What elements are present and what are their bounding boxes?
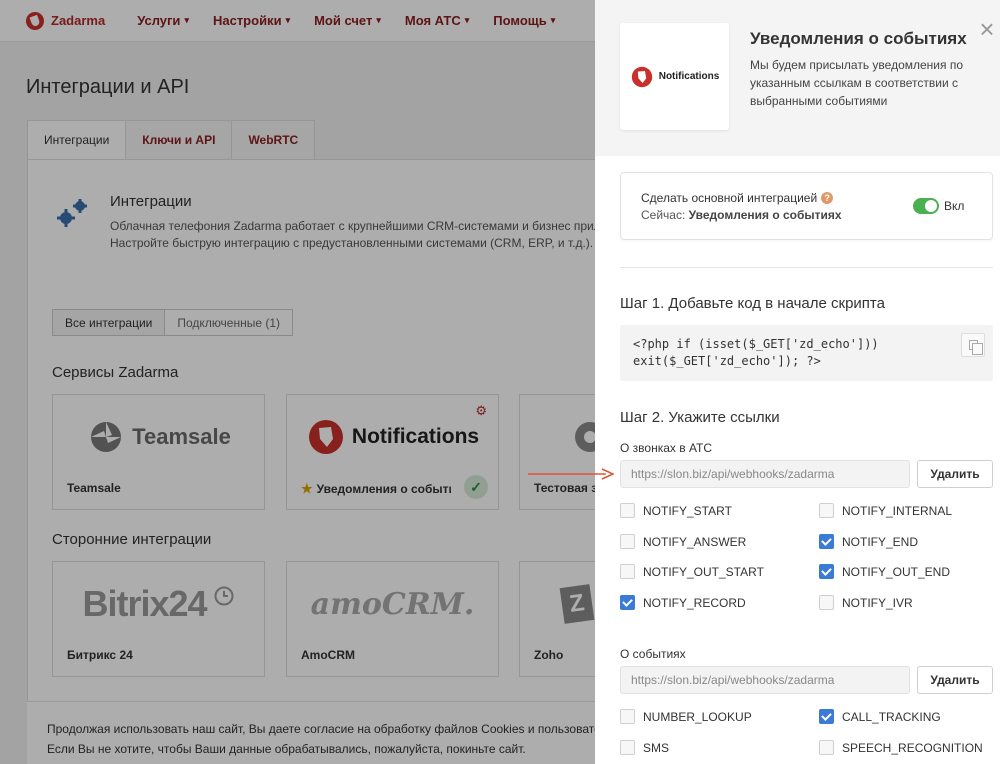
drawer-title: Уведомления о событиях xyxy=(750,29,967,48)
checkbox-box[interactable] xyxy=(819,740,834,755)
checkbox-box[interactable] xyxy=(819,564,834,579)
calls-url-label: О звонках в АТС xyxy=(620,441,713,455)
checkbox-label: SMS xyxy=(643,740,670,755)
help-icon[interactable]: ? xyxy=(821,192,834,204)
drawer-header: Notifications Уведомления о событиях Мы … xyxy=(595,0,1000,156)
notifications-logo-icon xyxy=(631,66,652,87)
checkbox-box[interactable] xyxy=(819,595,834,610)
checkbox-label: NOTIFY_IVR xyxy=(842,595,913,610)
checkbox-notify-start[interactable]: NOTIFY_START xyxy=(620,503,732,518)
annotation-arrow-icon xyxy=(528,468,614,480)
checkbox-label: CALL_TRACKING xyxy=(842,709,941,724)
notifications-drawer: Notifications Уведомления о событиях Мы … xyxy=(595,0,1000,764)
main-integration-label-text: Сделать основной интеграцией xyxy=(641,191,818,205)
checkbox-label: NOTIFY_OUT_START xyxy=(643,564,764,579)
checkbox-box[interactable] xyxy=(819,503,834,518)
current-prefix: Сейчас: xyxy=(641,208,686,222)
calls-delete-button[interactable]: Удалить xyxy=(917,460,993,488)
checkbox-box[interactable] xyxy=(620,503,635,518)
current-value: Уведомления о событиях xyxy=(688,208,842,222)
step1-title: Шаг 1. Добавьте код в начале скрипта xyxy=(620,295,885,312)
checkbox-number-lookup[interactable]: NUMBER_LOOKUP xyxy=(620,709,752,724)
notifications-logo-text: Notifications xyxy=(658,71,720,82)
checkbox-notify-record[interactable]: NOTIFY_RECORD xyxy=(620,595,746,610)
checkbox-notify-internal[interactable]: NOTIFY_INTERNAL xyxy=(819,503,952,518)
checkbox-box[interactable] xyxy=(620,709,635,724)
checkbox-label: NOTIFY_OUT_END xyxy=(842,564,951,579)
checkbox-call-tracking[interactable]: CALL_TRACKING xyxy=(819,709,941,724)
checkbox-label: NOTIFY_INTERNAL xyxy=(842,503,953,518)
drawer-description: Мы будем присылать уведомления по указан… xyxy=(750,58,964,108)
checkbox-box[interactable] xyxy=(819,709,834,724)
checkbox-box[interactable] xyxy=(620,740,635,755)
checkbox-sms[interactable]: SMS xyxy=(620,740,669,755)
main-integration-toggle[interactable] xyxy=(913,198,939,214)
main-integration-label: Сделать основной интеграцией ? xyxy=(641,191,834,205)
copy-icon xyxy=(968,340,983,355)
events-url-input[interactable] xyxy=(620,666,910,694)
code-line2: exit($_GET['zd_echo']); ?> xyxy=(633,354,821,368)
checkbox-label: NOTIFY_START xyxy=(643,503,732,518)
main-integration-box: Сделать основной интеграцией ? Сейчас: У… xyxy=(620,172,993,240)
code-line1: <?php if (isset($_GET['zd_echo'])) xyxy=(633,337,879,351)
checkbox-box[interactable] xyxy=(620,564,635,579)
checkbox-label: NUMBER_LOOKUP xyxy=(643,709,752,724)
checkbox-speech-recognition[interactable]: SPEECH_RECOGNITION xyxy=(819,740,983,755)
checkbox-box[interactable] xyxy=(819,534,834,549)
notifications-logo-card: Notifications xyxy=(620,23,729,130)
checkbox-box[interactable] xyxy=(620,595,635,610)
events-delete-button[interactable]: Удалить xyxy=(917,666,993,694)
checkbox-notify-ivr[interactable]: NOTIFY_IVR xyxy=(819,595,913,610)
events-url-label: О событиях xyxy=(620,647,686,661)
checkbox-notify-out-end[interactable]: NOTIFY_OUT_END xyxy=(819,564,950,579)
checkbox-box[interactable] xyxy=(620,534,635,549)
divider xyxy=(620,267,993,268)
checkbox-label: NOTIFY_ANSWER xyxy=(643,534,747,549)
checkbox-notify-out-start[interactable]: NOTIFY_OUT_START xyxy=(620,564,764,579)
code-snippet: <?php if (isset($_GET['zd_echo'])) exit(… xyxy=(620,325,993,381)
toggle-label: Вкл xyxy=(944,199,965,213)
checkbox-label: NOTIFY_END xyxy=(842,534,919,549)
step2-title: Шаг 2. Укажите ссылки xyxy=(620,409,780,426)
checkbox-label: SPEECH_RECOGNITION xyxy=(842,740,983,755)
checkbox-notify-end[interactable]: NOTIFY_END xyxy=(819,534,918,549)
calls-url-input[interactable] xyxy=(620,460,910,488)
current-main-integration: Сейчас: Уведомления о событиях xyxy=(641,208,842,222)
copy-button[interactable] xyxy=(961,333,985,357)
checkbox-label: NOTIFY_RECORD xyxy=(643,595,746,610)
checkbox-notify-answer[interactable]: NOTIFY_ANSWER xyxy=(620,534,746,549)
close-icon[interactable]: × xyxy=(976,16,998,42)
